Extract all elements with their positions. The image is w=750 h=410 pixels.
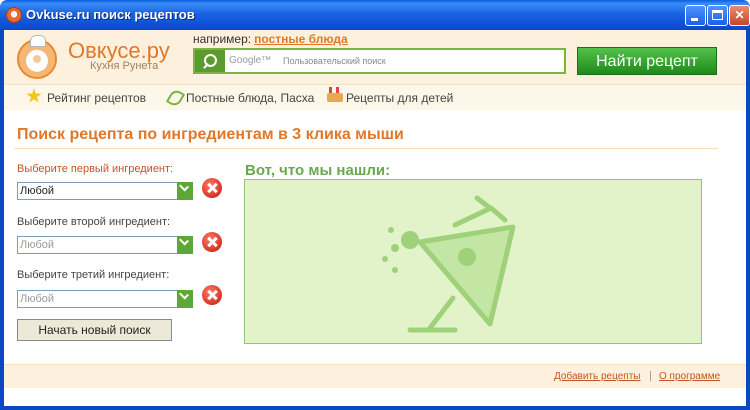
second-ingredient-value: Любой	[20, 239, 55, 251]
chevron-down-icon[interactable]	[177, 182, 193, 200]
chevron-down-icon[interactable]	[177, 290, 193, 308]
find-recipe-button[interactable]: Найти рецепт	[577, 47, 717, 75]
search-placeholder: Пользовательский поиск	[283, 56, 386, 66]
first-ingredient-select[interactable]: Любой	[17, 182, 193, 200]
window-content: Овкусе.ру Кухня Рунета например: постные …	[4, 30, 746, 406]
page-title: Поиск рецепта по ингредиентам в 3 клика …	[17, 126, 404, 143]
search-icon[interactable]	[195, 50, 225, 72]
clear-second-ingredient-button[interactable]	[202, 232, 222, 252]
nav-item-lenten[interactable]: Постные блюда, Пасха	[186, 91, 314, 105]
third-ingredient-label: Выберите третий ингредиент:	[17, 269, 170, 281]
nav-item-rating[interactable]: Рейтинг рецептов	[47, 91, 146, 105]
third-ingredient-select[interactable]: Любой	[17, 290, 193, 308]
results-title: Вот, что мы нашли:	[245, 162, 391, 179]
third-ingredient-value: Любой	[20, 293, 55, 305]
second-ingredient-label: Выберите второй ингредиент:	[17, 216, 171, 228]
star-icon	[26, 88, 42, 103]
minimize-button[interactable]	[685, 5, 706, 26]
search-input[interactable]: Google™ Пользовательский поиск	[193, 48, 566, 74]
site-tagline: Кухня Рунета	[90, 60, 159, 72]
results-panel	[244, 179, 702, 344]
leaf-icon	[165, 87, 186, 109]
app-icon	[6, 7, 22, 23]
first-ingredient-label: Выберите первый ингредиент:	[17, 163, 174, 175]
divider	[14, 148, 718, 149]
footer: Добавить рецепты | О программе	[4, 364, 746, 388]
clear-first-ingredient-button[interactable]	[202, 178, 222, 198]
google-label: Google™	[229, 55, 272, 66]
chef-logo-icon[interactable]	[17, 35, 57, 79]
about-link[interactable]: О программе	[659, 371, 720, 382]
second-ingredient-select[interactable]: Любой	[17, 236, 193, 254]
cake-icon	[327, 87, 343, 102]
search-example: например: постные блюда	[193, 32, 348, 46]
site-header: Овкусе.ру Кухня Рунета например: постные …	[4, 30, 746, 84]
nav-bar: Рейтинг рецептов Постные блюда, Пасха Ре…	[4, 84, 746, 110]
clear-third-ingredient-button[interactable]	[202, 285, 222, 305]
new-search-button[interactable]: Начать новый поиск	[17, 319, 172, 341]
cocktail-glass-icon	[382, 195, 516, 333]
window-title: Ovkuse.ru поиск рецептов	[26, 7, 195, 22]
example-link[interactable]: постные блюда	[254, 32, 348, 46]
window-titlebar[interactable]: Ovkuse.ru поиск рецептов ✕	[0, 0, 750, 30]
close-window-button[interactable]: ✕	[729, 5, 750, 26]
example-prefix: например:	[193, 32, 252, 46]
chevron-down-icon[interactable]	[177, 236, 193, 254]
nav-item-kids[interactable]: Рецепты для детей	[346, 91, 453, 105]
maximize-button[interactable]	[707, 5, 728, 26]
first-ingredient-value: Любой	[20, 185, 55, 197]
add-recipes-link[interactable]: Добавить рецепты	[554, 371, 640, 382]
footer-separator: |	[649, 370, 652, 382]
